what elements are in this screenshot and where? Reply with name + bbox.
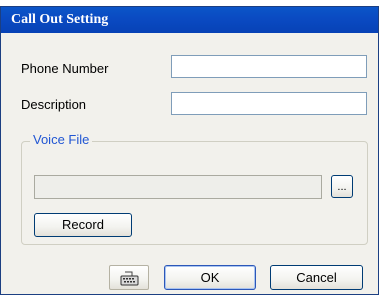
cancel-button[interactable]: Cancel [270,265,363,290]
keyboard-icon [120,271,139,286]
description-input[interactable] [171,92,367,115]
description-label: Description [21,97,87,112]
record-button[interactable]: Record [34,213,132,237]
ok-button[interactable]: OK [164,265,256,290]
browse-button[interactable]: ... [331,175,353,198]
voice-file-path-field [34,175,322,199]
window-title: Call Out Setting [11,12,109,27]
call-out-setting-dialog: Call Out Setting Phone Number Descriptio… [0,6,379,295]
phone-number-input[interactable] [171,55,367,78]
keyboard-button[interactable] [109,265,149,290]
voice-file-group-title: Voice File [30,132,93,147]
phone-number-label: Phone Number [21,61,109,76]
title-bar[interactable]: Call Out Setting [1,7,378,33]
